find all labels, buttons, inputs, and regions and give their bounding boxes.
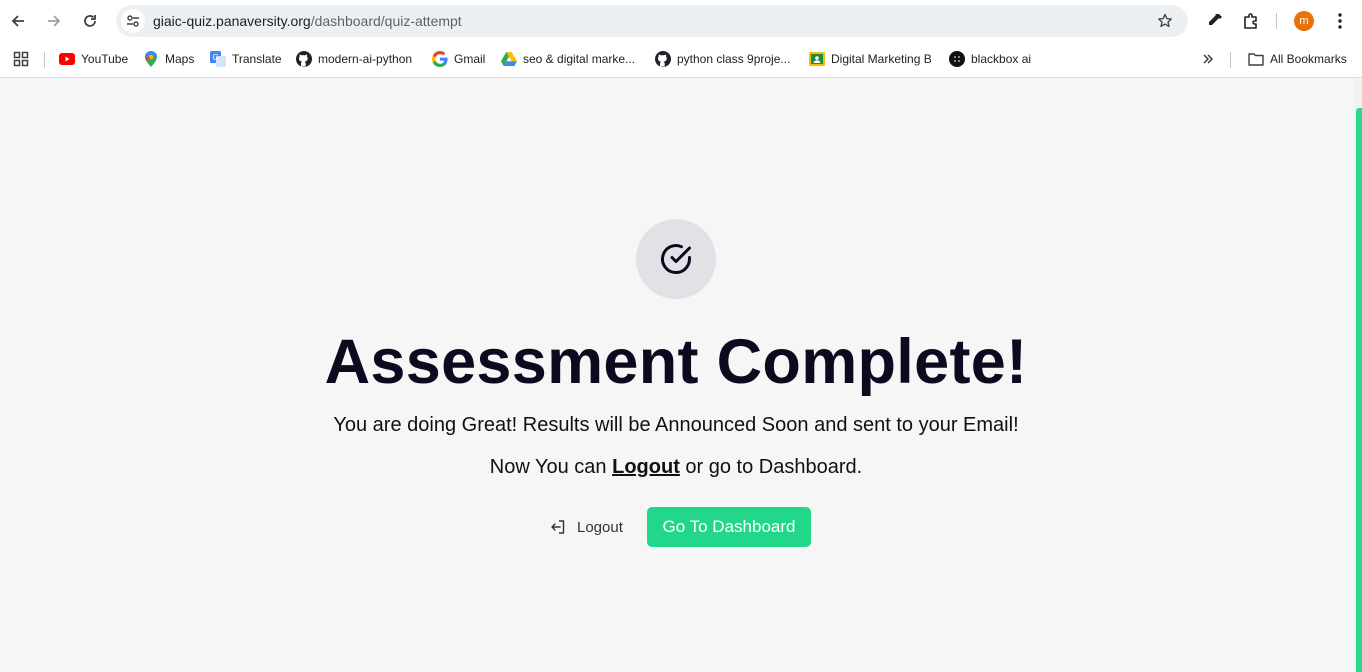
url-text[interactable]: giaic-quiz.panaversity.org/dashboard/qui… bbox=[153, 13, 462, 29]
bookmark-label: Translate bbox=[232, 52, 282, 66]
back-button[interactable] bbox=[5, 8, 31, 34]
bookmark-gmail[interactable]: Gmail bbox=[432, 50, 485, 68]
svg-text:G: G bbox=[213, 53, 219, 62]
eyedropper-icon bbox=[1209, 14, 1222, 25]
bookmark-seo-digital-marketing[interactable]: seo & digital marke... bbox=[501, 50, 635, 68]
github-icon bbox=[296, 51, 312, 67]
bookmark-label: modern-ai-python bbox=[318, 52, 413, 66]
bookmark-translate[interactable]: G Translate bbox=[210, 50, 282, 68]
apps-button[interactable] bbox=[13, 50, 35, 68]
bookmark-youtube[interactable]: YouTube bbox=[59, 50, 128, 68]
reload-icon bbox=[84, 15, 96, 27]
logout-link[interactable]: Logout bbox=[612, 456, 680, 478]
apps-grid-icon bbox=[13, 51, 29, 67]
more-bookmarks-button[interactable] bbox=[1200, 50, 1222, 68]
bookmark-modern-ai-python[interactable]: modern-ai-python bbox=[296, 50, 412, 68]
bookmarks-divider bbox=[44, 52, 45, 68]
bookmark-label: python class 9proje... bbox=[677, 52, 791, 66]
forward-button[interactable] bbox=[41, 8, 67, 34]
bookmark-label: blackbox ai bbox=[971, 52, 1032, 66]
bookmark-maps[interactable]: Maps bbox=[143, 50, 194, 68]
page-title: Assessment Complete! bbox=[324, 327, 1028, 397]
youtube-icon bbox=[59, 51, 75, 67]
check-circle-icon bbox=[661, 244, 691, 275]
arrow-left-icon bbox=[11, 15, 24, 27]
bookmark-label: Digital Marketing B bbox=[831, 52, 932, 66]
chevron-double-right-icon bbox=[1200, 51, 1216, 67]
go-to-dashboard-button[interactable]: Go To Dashboard bbox=[647, 507, 811, 547]
arrow-right-icon bbox=[48, 15, 61, 27]
classroom-icon bbox=[809, 51, 825, 67]
browser-toolbar: giaic-quiz.panaversity.org/dashboard/qui… bbox=[0, 0, 1362, 42]
result-message: You are doing Great! Results will be Ann… bbox=[333, 414, 1019, 436]
star-icon bbox=[1158, 13, 1172, 28]
extensions-button[interactable] bbox=[1239, 9, 1263, 33]
puzzle-icon bbox=[1244, 13, 1257, 29]
all-bookmarks-button[interactable]: All Bookmarks bbox=[1248, 50, 1347, 68]
all-bookmarks-label: All Bookmarks bbox=[1270, 52, 1347, 66]
bookmarks-bar: YouTube Maps G Translate modern-ai-pytho… bbox=[0, 42, 1362, 78]
translate-icon: G bbox=[210, 51, 226, 67]
scrollbar-thumb[interactable] bbox=[1356, 108, 1362, 672]
folder-icon bbox=[1248, 51, 1264, 67]
bookmark-label: Maps bbox=[165, 52, 195, 66]
bookmark-label: YouTube bbox=[81, 52, 129, 66]
bookmark-digital-marketing-b[interactable]: Digital Marketing B bbox=[809, 50, 932, 68]
tune-icon bbox=[127, 15, 139, 27]
next-steps-suffix: or go to Dashboard. bbox=[679, 456, 863, 478]
bookmarks-divider bbox=[1230, 52, 1231, 68]
maps-icon bbox=[143, 51, 159, 67]
more-vertical-icon bbox=[1338, 13, 1342, 29]
eyedropper-button[interactable] bbox=[1203, 9, 1227, 33]
reload-button[interactable] bbox=[77, 8, 103, 34]
bookmark-label: Gmail bbox=[454, 52, 486, 66]
address-bar[interactable]: giaic-quiz.panaversity.org/dashboard/qui… bbox=[116, 5, 1188, 37]
bookmark-blackbox-ai[interactable]: blackbox ai bbox=[949, 50, 1031, 68]
logout-button[interactable]: Logout bbox=[548, 513, 628, 541]
logout-button-label: Logout bbox=[577, 518, 623, 536]
next-steps-prefix: Now You can bbox=[489, 456, 613, 478]
drive-icon bbox=[501, 51, 517, 67]
github-icon bbox=[655, 51, 671, 67]
url-path: /dashboard/quiz-attempt bbox=[310, 13, 462, 29]
menu-button[interactable] bbox=[1328, 9, 1352, 33]
next-steps-text: Now You can Logout or go to Dashboard. bbox=[0, 454, 1352, 480]
bookmark-label: seo & digital marke... bbox=[523, 52, 636, 66]
google-icon bbox=[432, 51, 448, 67]
site-info-button[interactable] bbox=[121, 9, 145, 33]
success-badge bbox=[636, 219, 716, 299]
bookmark-python-class[interactable]: python class 9proje... bbox=[655, 50, 790, 68]
blackbox-icon bbox=[949, 51, 965, 67]
logout-icon bbox=[548, 517, 568, 537]
bookmark-star-button[interactable] bbox=[1156, 12, 1174, 30]
url-host: giaic-quiz.panaversity.org bbox=[153, 13, 311, 29]
toolbar-divider bbox=[1276, 13, 1277, 29]
profile-avatar[interactable]: m bbox=[1294, 11, 1314, 31]
